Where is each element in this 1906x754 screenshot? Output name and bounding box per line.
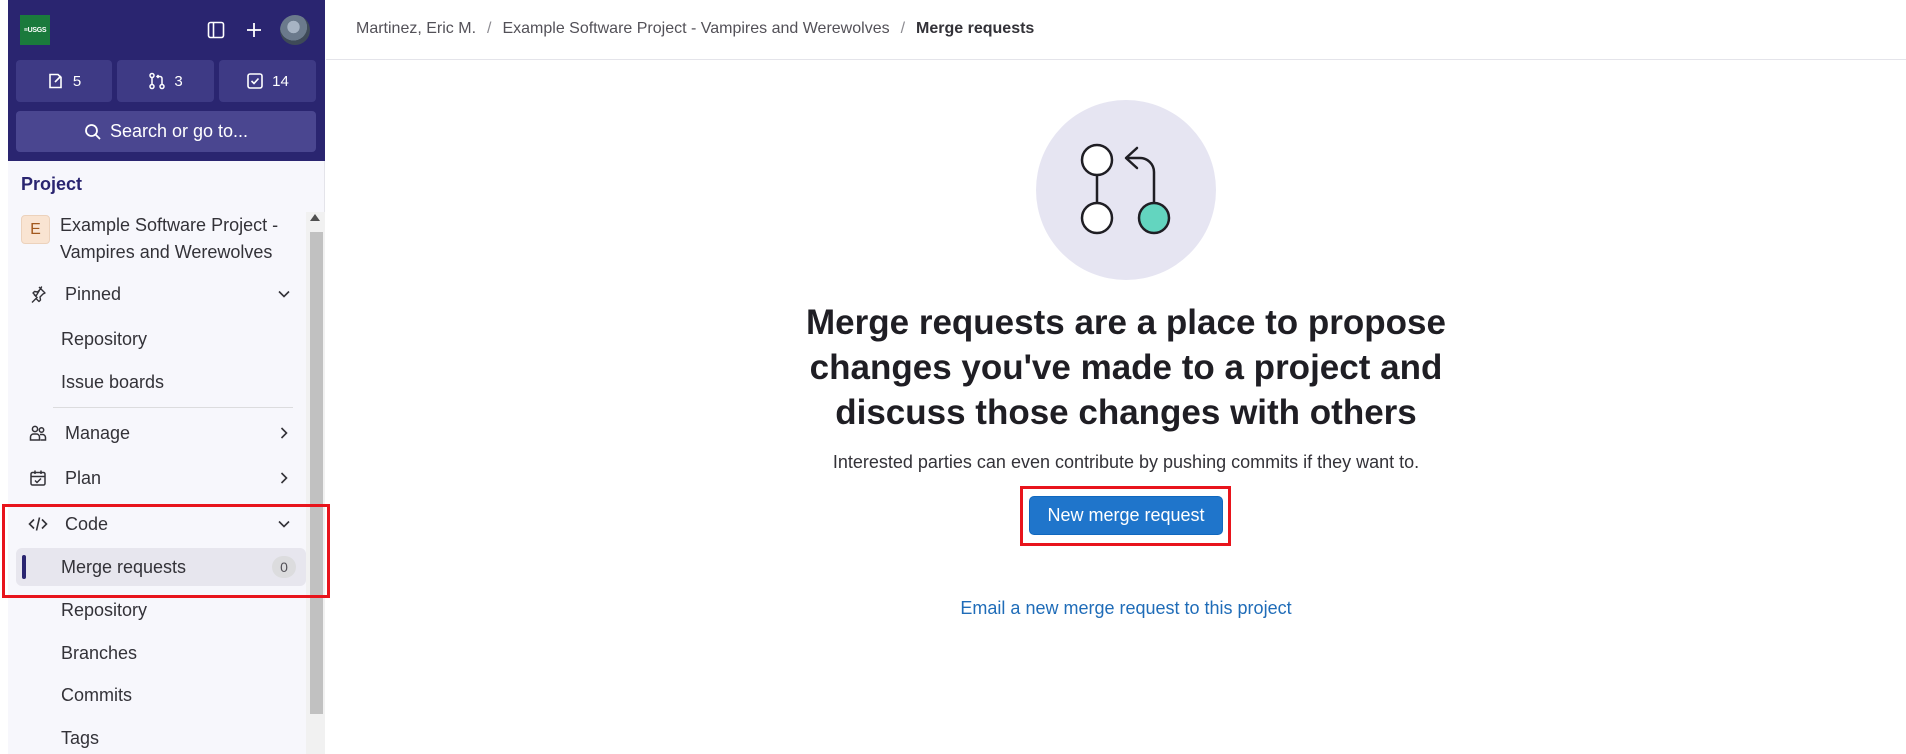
sidebar-scrollbar[interactable] bbox=[306, 212, 325, 754]
sidebar-item-issue-boards[interactable]: Issue boards bbox=[16, 363, 306, 401]
breadcrumb-current[interactable]: Merge requests bbox=[916, 20, 1034, 38]
merge-request-icon bbox=[149, 72, 166, 90]
users-icon bbox=[26, 421, 50, 445]
search-icon bbox=[85, 123, 101, 140]
sidebar-header: ≡USGS 5 3 14 Search or go to... bbox=[8, 0, 325, 161]
issues-icon bbox=[49, 73, 62, 89]
sidebar-item-branches[interactable]: Branches bbox=[16, 634, 306, 672]
sidebar-item-pinned[interactable]: Pinned bbox=[16, 275, 306, 313]
project-name: Example Software Project - Vampires and … bbox=[60, 215, 279, 262]
project-link[interactable]: E Example Software Project - Vampires an… bbox=[21, 212, 301, 266]
usgs-logo[interactable]: ≡USGS bbox=[20, 15, 50, 45]
calendar-icon bbox=[26, 466, 50, 490]
empty-state-description: Interested parties can even contribute b… bbox=[832, 452, 1420, 472]
sidebar-item-commits[interactable]: Commits bbox=[16, 676, 306, 714]
breadcrumb: Martinez, Eric M. / Example Software Pro… bbox=[356, 20, 1035, 38]
sidebar-divider bbox=[53, 407, 293, 408]
plus-icon[interactable] bbox=[240, 16, 268, 44]
email-merge-request-link[interactable]: Email a new merge request to this projec… bbox=[776, 598, 1476, 619]
chevron-down-icon bbox=[274, 284, 294, 304]
sidebar-item-tags[interactable]: Tags bbox=[16, 719, 306, 754]
header-divider bbox=[326, 59, 1906, 60]
chevron-right-icon bbox=[274, 468, 294, 488]
merge-requests-counter[interactable]: 3 bbox=[117, 60, 214, 102]
sidebar: ≡USGS 5 3 14 Search or go to... Project … bbox=[8, 0, 325, 754]
toggle-sidebar-icon[interactable] bbox=[202, 16, 230, 44]
pin-icon bbox=[26, 282, 50, 306]
issues-counter[interactable]: 5 bbox=[16, 60, 112, 102]
merge-request-illustration bbox=[1036, 100, 1216, 280]
todos-counter[interactable]: 14 bbox=[219, 60, 316, 102]
main-content: Martinez, Eric M. / Example Software Pro… bbox=[326, 0, 1906, 754]
search-button[interactable]: Search or go to... bbox=[16, 111, 316, 152]
breadcrumb-user[interactable]: Martinez, Eric M. bbox=[356, 20, 476, 38]
user-avatar[interactable] bbox=[280, 15, 310, 45]
sidebar-item-manage[interactable]: Manage bbox=[16, 414, 306, 452]
sidebar-section-title: Project bbox=[21, 174, 83, 194]
scroll-up-arrow-icon[interactable] bbox=[310, 214, 320, 221]
sidebar-item-pinned-repository[interactable]: Repository bbox=[16, 320, 306, 358]
code-section-highlight bbox=[2, 504, 330, 598]
breadcrumb-project[interactable]: Example Software Project - Vampires and … bbox=[502, 20, 889, 38]
scrollbar-thumb[interactable] bbox=[310, 232, 323, 714]
project-avatar: E bbox=[21, 215, 50, 244]
sidebar-item-plan[interactable]: Plan bbox=[16, 459, 306, 497]
chevron-right-icon bbox=[274, 423, 294, 443]
todo-icon bbox=[247, 73, 263, 89]
new-merge-request-highlight bbox=[1020, 486, 1231, 546]
empty-state-title: Merge requests are a place to propose ch… bbox=[806, 303, 1446, 432]
